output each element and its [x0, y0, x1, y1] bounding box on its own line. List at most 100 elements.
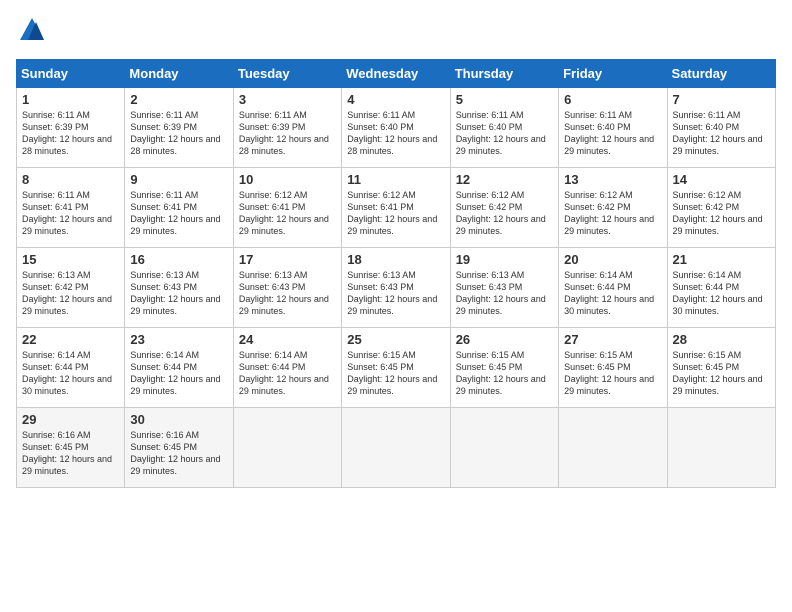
calendar-cell: 17Sunrise: 6:13 AMSunset: 6:43 PMDayligh… [233, 248, 341, 328]
calendar-week-row: 15 Sunrise: 6:13 AMSunset: 6:42 PMDayligh… [17, 248, 776, 328]
weekday-header: Friday [559, 60, 667, 88]
day-info: Sunrise: 6:13 AMSunset: 6:43 PMDaylight:… [130, 269, 227, 318]
day-number: 30 [130, 412, 227, 427]
day-info: Sunrise: 6:14 AMSunset: 6:44 PMDaylight:… [22, 349, 119, 398]
day-number: 16 [130, 252, 227, 267]
day-number: 2 [130, 92, 227, 107]
calendar-cell: 1 Sunrise: 6:11 AMSunset: 6:39 PMDaylight… [17, 88, 125, 168]
calendar-cell: 26 Sunrise: 6:15 AMSunset: 6:45 PMDayligh… [450, 328, 558, 408]
page-container: SundayMondayTuesdayWednesdayThursdayFrid… [16, 16, 776, 488]
day-number: 15 [22, 252, 119, 267]
day-number: 24 [239, 332, 336, 347]
weekday-header: Tuesday [233, 60, 341, 88]
calendar-cell: 10 Sunrise: 6:12 AMSunset: 6:41 PMDayligh… [233, 168, 341, 248]
day-number: 22 [22, 332, 119, 347]
calendar-cell: 7Sunrise: 6:11 AMSunset: 6:40 PMDaylight… [667, 88, 775, 168]
calendar-cell: 8 Sunrise: 6:11 AMSunset: 6:41 PMDaylight… [17, 168, 125, 248]
day-info: Sunrise: 6:15 AMSunset: 6:45 PMDaylight:… [347, 349, 444, 398]
calendar-week-row: 22 Sunrise: 6:14 AMSunset: 6:44 PMDayligh… [17, 328, 776, 408]
calendar-cell: 2 Sunrise: 6:11 AMSunset: 6:39 PMDaylight… [125, 88, 233, 168]
day-info: Sunrise: 6:15 AMSunset: 6:45 PMDaylight:… [673, 349, 770, 398]
calendar-cell: 9 Sunrise: 6:11 AMSunset: 6:41 PMDaylight… [125, 168, 233, 248]
day-info: Sunrise: 6:14 AMSunset: 6:44 PMDaylight:… [239, 349, 336, 398]
day-number: 23 [130, 332, 227, 347]
calendar-cell: 18 Sunrise: 6:13 AMSunset: 6:43 PMDayligh… [342, 248, 450, 328]
day-info: Sunrise: 6:12 AMSunset: 6:41 PMDaylight:… [347, 189, 444, 238]
day-number: 29 [22, 412, 119, 427]
calendar-week-row: 29 Sunrise: 6:16 AMSunset: 6:45 PMDayligh… [17, 408, 776, 488]
calendar-cell: 16 Sunrise: 6:13 AMSunset: 6:43 PMDayligh… [125, 248, 233, 328]
calendar-cell [342, 408, 450, 488]
day-info: Sunrise: 6:12 AMSunset: 6:42 PMDaylight:… [456, 189, 553, 238]
weekday-header-row: SundayMondayTuesdayWednesdayThursdayFrid… [17, 60, 776, 88]
calendar-cell: 27 Sunrise: 6:15 AMSunset: 6:45 PMDayligh… [559, 328, 667, 408]
day-info: Sunrise: 6:14 AMSunset: 6:44 PMDaylight:… [564, 269, 661, 318]
calendar-cell: 6Sunrise: 6:11 AMSunset: 6:40 PMDaylight… [559, 88, 667, 168]
calendar-cell [667, 408, 775, 488]
logo [16, 16, 46, 49]
calendar-cell: 20 Sunrise: 6:14 AMSunset: 6:44 PMDayligh… [559, 248, 667, 328]
day-info: Sunrise: 6:11 AMSunset: 6:41 PMDaylight:… [130, 189, 227, 238]
calendar-week-row: 1 Sunrise: 6:11 AMSunset: 6:39 PMDaylight… [17, 88, 776, 168]
day-info: Sunrise: 6:16 AMSunset: 6:45 PMDaylight:… [22, 429, 119, 478]
calendar-cell: 15 Sunrise: 6:13 AMSunset: 6:42 PMDayligh… [17, 248, 125, 328]
day-number: 19 [456, 252, 553, 267]
day-number: 9 [130, 172, 227, 187]
calendar-cell: 21 Sunrise: 6:14 AMSunset: 6:44 PMDayligh… [667, 248, 775, 328]
weekday-header: Wednesday [342, 60, 450, 88]
day-number: 25 [347, 332, 444, 347]
day-number: 3 [239, 92, 336, 107]
weekday-header: Sunday [17, 60, 125, 88]
day-info: Sunrise: 6:11 AMSunset: 6:39 PMDaylight:… [239, 109, 336, 158]
day-info: Sunrise: 6:13 AMSunset: 6:43 PMDaylight:… [347, 269, 444, 318]
day-info: Sunrise: 6:15 AMSunset: 6:45 PMDaylight:… [564, 349, 661, 398]
logo-icon [18, 16, 46, 44]
day-number: 7 [673, 92, 770, 107]
calendar-cell: 30 Sunrise: 6:16 AMSunset: 6:45 PMDayligh… [125, 408, 233, 488]
day-info: Sunrise: 6:14 AMSunset: 6:44 PMDaylight:… [673, 269, 770, 318]
day-number: 11 [347, 172, 444, 187]
day-info: Sunrise: 6:13 AMSunset: 6:42 PMDaylight:… [22, 269, 119, 318]
day-number: 10 [239, 172, 336, 187]
calendar-cell: 22 Sunrise: 6:14 AMSunset: 6:44 PMDayligh… [17, 328, 125, 408]
weekday-header: Saturday [667, 60, 775, 88]
logo-text [16, 16, 46, 49]
day-info: Sunrise: 6:11 AMSunset: 6:39 PMDaylight:… [22, 109, 119, 158]
day-info: Sunrise: 6:11 AMSunset: 6:41 PMDaylight:… [22, 189, 119, 238]
day-number: 28 [673, 332, 770, 347]
calendar-cell [559, 408, 667, 488]
day-info: Sunrise: 6:14 AMSunset: 6:44 PMDaylight:… [130, 349, 227, 398]
day-info: Sunrise: 6:12 AMSunset: 6:41 PMDaylight:… [239, 189, 336, 238]
header [16, 16, 776, 49]
calendar-cell: 11 Sunrise: 6:12 AMSunset: 6:41 PMDayligh… [342, 168, 450, 248]
day-info: Sunrise: 6:16 AMSunset: 6:45 PMDaylight:… [130, 429, 227, 478]
calendar-cell: 23 Sunrise: 6:14 AMSunset: 6:44 PMDayligh… [125, 328, 233, 408]
calendar-cell: 14Sunrise: 6:12 AMSunset: 6:42 PMDayligh… [667, 168, 775, 248]
weekday-header: Monday [125, 60, 233, 88]
calendar-cell: 13Sunrise: 6:12 AMSunset: 6:42 PMDayligh… [559, 168, 667, 248]
calendar-cell: 19Sunrise: 6:13 AMSunset: 6:43 PMDayligh… [450, 248, 558, 328]
day-number: 1 [22, 92, 119, 107]
day-number: 18 [347, 252, 444, 267]
day-info: Sunrise: 6:12 AMSunset: 6:42 PMDaylight:… [673, 189, 770, 238]
calendar-cell: 3 Sunrise: 6:11 AMSunset: 6:39 PMDaylight… [233, 88, 341, 168]
calendar-week-row: 8 Sunrise: 6:11 AMSunset: 6:41 PMDaylight… [17, 168, 776, 248]
day-number: 4 [347, 92, 444, 107]
calendar-cell: 12 Sunrise: 6:12 AMSunset: 6:42 PMDayligh… [450, 168, 558, 248]
calendar-cell: 25 Sunrise: 6:15 AMSunset: 6:45 PMDayligh… [342, 328, 450, 408]
day-number: 21 [673, 252, 770, 267]
day-info: Sunrise: 6:11 AMSunset: 6:40 PMDaylight:… [564, 109, 661, 158]
day-number: 26 [456, 332, 553, 347]
day-number: 20 [564, 252, 661, 267]
day-number: 27 [564, 332, 661, 347]
calendar-cell [233, 408, 341, 488]
day-info: Sunrise: 6:13 AMSunset: 6:43 PMDaylight:… [239, 269, 336, 318]
calendar-cell: 29 Sunrise: 6:16 AMSunset: 6:45 PMDayligh… [17, 408, 125, 488]
day-number: 8 [22, 172, 119, 187]
day-info: Sunrise: 6:11 AMSunset: 6:39 PMDaylight:… [130, 109, 227, 158]
calendar-cell: 4Sunrise: 6:11 AMSunset: 6:40 PMDaylight… [342, 88, 450, 168]
day-info: Sunrise: 6:15 AMSunset: 6:45 PMDaylight:… [456, 349, 553, 398]
calendar-cell: 24 Sunrise: 6:14 AMSunset: 6:44 PMDayligh… [233, 328, 341, 408]
day-number: 12 [456, 172, 553, 187]
calendar-table: SundayMondayTuesdayWednesdayThursdayFrid… [16, 59, 776, 488]
